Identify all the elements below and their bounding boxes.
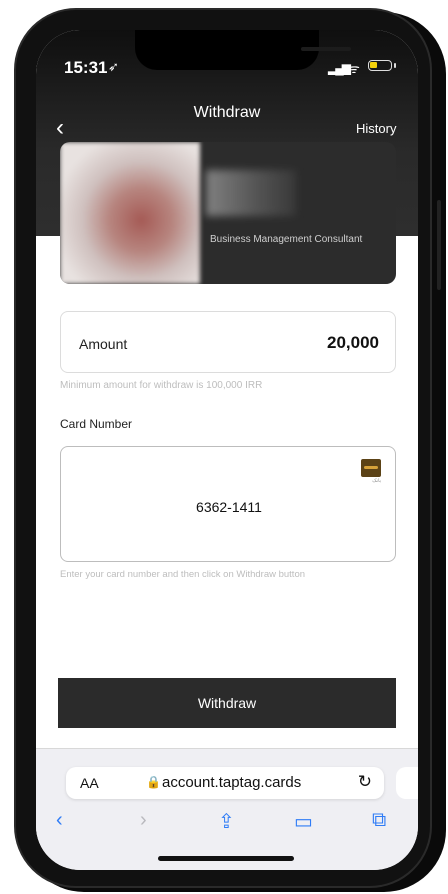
card-number-value[interactable]: 6362-1411 <box>61 499 397 515</box>
bookmarks-icon[interactable]: ▭ <box>294 809 313 834</box>
battery-level <box>370 62 377 68</box>
share-icon[interactable]: ⇪ <box>218 809 235 834</box>
phone-side-button <box>437 200 441 290</box>
home-indicator <box>158 856 294 861</box>
address-bar[interactable]: AA 🔒 account.taptag.cards ↻ <box>66 767 384 799</box>
back-arrow-icon[interactable]: ‹ <box>56 809 63 832</box>
bank-logo-icon <box>361 459 381 477</box>
wifi-icon: ᯤ <box>348 61 360 76</box>
status-time: 15:31 <box>64 58 108 77</box>
amount-hint: Minimum amount for withdraw is 100,000 I… <box>60 380 263 391</box>
location-icon: ➶ <box>108 59 119 74</box>
screen: 15:31 ➶ ▂▄▆ ᯤ ‹ Withdraw History Busines… <box>36 30 418 870</box>
battery-tip <box>394 63 396 68</box>
url-text[interactable]: account.taptag.cards <box>162 774 301 791</box>
amount-label: Amount <box>79 336 128 352</box>
speaker <box>301 47 351 51</box>
amount-field[interactable]: Amount 20,000 <box>60 311 396 373</box>
reload-icon[interactable]: ↻ <box>358 772 372 792</box>
notch <box>135 30 351 70</box>
profile-role: Business Management Consultant <box>210 234 363 245</box>
profile-name-blurred <box>206 170 296 216</box>
forward-arrow-icon[interactable]: › <box>140 809 147 832</box>
page-title: Withdraw <box>193 104 261 121</box>
withdraw-button[interactable]: Withdraw <box>58 678 396 728</box>
reader-aa-button[interactable]: AA <box>80 775 99 791</box>
card-number-hint: Enter your card number and then click on… <box>60 569 306 580</box>
profile-photo <box>60 142 200 284</box>
tabs-icon[interactable]: ⧉ <box>372 809 386 832</box>
signal-icon: ▂▄▆ <box>328 61 351 75</box>
next-tab-preview[interactable] <box>396 767 418 799</box>
bank-logo-text: بانک <box>372 478 381 484</box>
lock-icon: 🔒 <box>146 775 161 789</box>
card-number-label: Card Number <box>60 417 133 431</box>
history-link[interactable]: History <box>356 121 396 136</box>
safari-toolbar: AA 🔒 account.taptag.cards ↻ ‹ › ⇪ ▭ ⧉ <box>36 748 418 870</box>
card-number-field[interactable]: بانک 6362-1411 <box>60 446 396 562</box>
profile-card: Business Management Consultant <box>60 142 396 284</box>
amount-value[interactable]: 20,000 <box>327 333 379 353</box>
battery-icon <box>368 60 392 71</box>
